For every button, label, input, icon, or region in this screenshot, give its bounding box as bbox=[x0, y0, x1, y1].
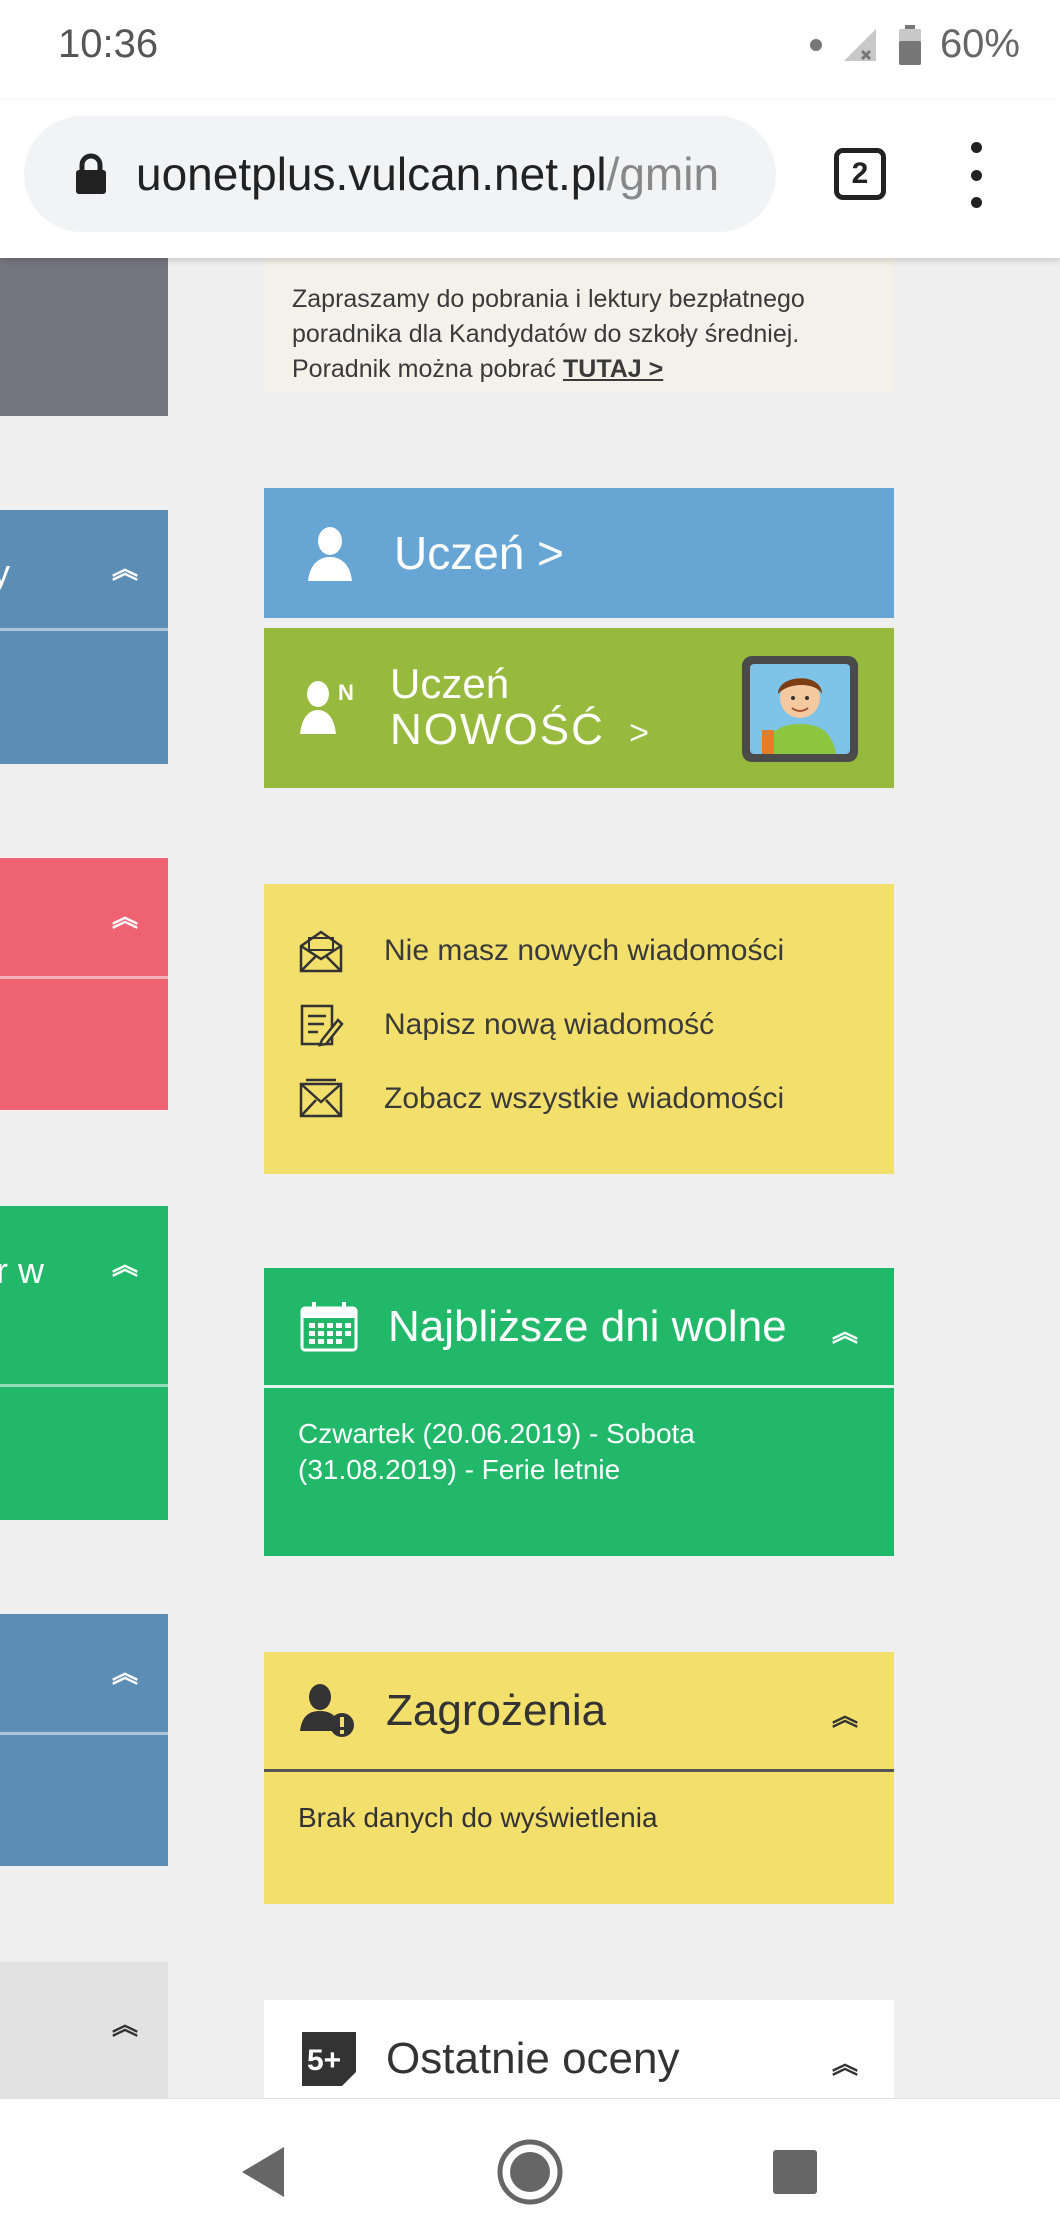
message-item[interactable]: Napisz nową wiadomość bbox=[264, 988, 894, 1062]
status-bar: 10:36 60% bbox=[0, 0, 1060, 100]
threats-text: Brak danych do wyświetlenia bbox=[298, 1802, 658, 1833]
battery-level: 60% bbox=[939, 22, 1020, 66]
left-panel-blue-1[interactable]: y ︽ bbox=[0, 510, 168, 764]
message-item[interactable]: Nie masz nowych wiadomości bbox=[264, 914, 894, 988]
left-panel-gray[interactable]: ︽ bbox=[0, 1962, 168, 2098]
uczen-label: Uczeń > bbox=[394, 527, 565, 579]
uczen-new-line2: NOWOŚĆ bbox=[390, 705, 605, 754]
signal-icon bbox=[843, 28, 876, 61]
collapse-chevron-icon[interactable]: ︽ bbox=[112, 556, 138, 582]
messages-box: Nie masz nowych wiadomości Napisz nową w… bbox=[264, 884, 894, 1174]
free-days-panel: Najbliższe dni wolne ︽ Czwartek (20.06.2… bbox=[264, 1268, 894, 1556]
uczen-new-tile[interactable]: N Uczeń NOWOŚĆ > bbox=[264, 628, 894, 788]
left-panel-green[interactable]: r w ︽ bbox=[0, 1206, 168, 1520]
free-days-header[interactable]: Najbliższe dni wolne ︽ bbox=[264, 1268, 894, 1388]
message-item-label: Nie masz nowych wiadomości bbox=[384, 934, 785, 967]
grades-panel: 5+ Ostatnie oceny ︽ bbox=[264, 2000, 894, 2100]
collapse-chevron-icon[interactable]: ︽ bbox=[112, 1252, 138, 1278]
url-path: /gmin bbox=[606, 148, 720, 200]
collapse-chevron-icon[interactable]: ︽ bbox=[112, 1660, 138, 1686]
collapse-chevron-icon[interactable]: ︽ bbox=[832, 1696, 858, 1733]
overflow-menu-icon[interactable] bbox=[964, 142, 988, 208]
promo-link[interactable]: TUTAJ > bbox=[563, 355, 663, 383]
grade-icon-text: 5+ bbox=[307, 2044, 341, 2077]
back-icon[interactable] bbox=[238, 2145, 288, 2199]
status-time: 10:36 bbox=[58, 22, 159, 66]
student-illustration bbox=[742, 656, 858, 762]
left-partial-text: y bbox=[0, 552, 10, 593]
promo-text: Zapraszamy do pobrania i lektury bezpłat… bbox=[292, 285, 805, 383]
home-icon[interactable] bbox=[495, 2137, 565, 2207]
grade-icon: 5+ bbox=[302, 2032, 356, 2086]
uczen-new-arrow: > bbox=[629, 714, 651, 752]
uczen-new-line1: Uczeń bbox=[390, 660, 510, 707]
calendar-icon bbox=[300, 1301, 358, 1351]
threats-title: Zagrożenia bbox=[386, 1685, 607, 1735]
left-partial-text: r w bbox=[0, 1250, 44, 1291]
status-icons: 60% bbox=[809, 22, 1020, 67]
tab-switcher-button[interactable]: 2 bbox=[834, 148, 886, 200]
battery-icon bbox=[898, 24, 921, 65]
collapse-chevron-icon[interactable]: ︽ bbox=[832, 1312, 858, 1349]
threats-header[interactable]: Zagrożenia ︽ bbox=[264, 1652, 894, 1772]
svg-text:N: N bbox=[338, 680, 354, 705]
collapse-chevron-icon[interactable]: ︽ bbox=[112, 904, 138, 930]
student-icon bbox=[308, 527, 352, 581]
collapse-chevron-icon[interactable]: ︽ bbox=[112, 2012, 138, 2038]
navigation-bar bbox=[0, 2098, 1060, 2238]
message-item-label: Zobacz wszystkie wiadomości bbox=[384, 1082, 785, 1115]
envelope-icon bbox=[299, 1078, 343, 1118]
free-days-text: Czwartek (20.06.2019) - Sobota (31.08.20… bbox=[298, 1418, 695, 1485]
uczen-tile[interactable]: Uczeń > bbox=[264, 488, 894, 618]
promo-box: Zapraszamy do pobrania i lektury bezpłat… bbox=[264, 258, 894, 392]
message-item-label: Napisz nową wiadomość bbox=[384, 1008, 715, 1041]
lock-icon bbox=[76, 153, 106, 194]
recents-icon[interactable] bbox=[772, 2149, 818, 2195]
left-panel-red[interactable]: ︽ bbox=[0, 858, 168, 1110]
url-text[interactable]: uonetplus.vulcan.net.pl/gmin bbox=[136, 147, 719, 201]
compose-icon bbox=[300, 1004, 344, 1047]
url-host: uonetplus.vulcan.net.pl bbox=[136, 148, 607, 200]
notification-dot-icon bbox=[809, 38, 822, 51]
threats-panel: Zagrożenia ︽ Brak danych do wyświetlenia bbox=[264, 1652, 894, 1904]
address-bar[interactable]: uonetplus.vulcan.net.pl/gmin bbox=[24, 116, 776, 232]
student-new-icon: N bbox=[300, 680, 354, 734]
message-item[interactable]: Zobacz wszystkie wiadomości bbox=[264, 1062, 894, 1136]
collapse-chevron-icon[interactable]: ︽ bbox=[832, 2044, 858, 2081]
browser-toolbar: uonetplus.vulcan.net.pl/gmin 2 bbox=[0, 100, 1060, 258]
envelope-open-icon bbox=[299, 930, 343, 973]
left-panel-blue-2[interactable]: ︽ bbox=[0, 1614, 168, 1866]
free-days-title: Najbliższe dni wolne bbox=[388, 1301, 787, 1351]
grades-title: Ostatnie oceny bbox=[386, 2034, 680, 2083]
user-warning-icon bbox=[300, 1683, 354, 1737]
left-tile-gray[interactable] bbox=[0, 258, 168, 416]
